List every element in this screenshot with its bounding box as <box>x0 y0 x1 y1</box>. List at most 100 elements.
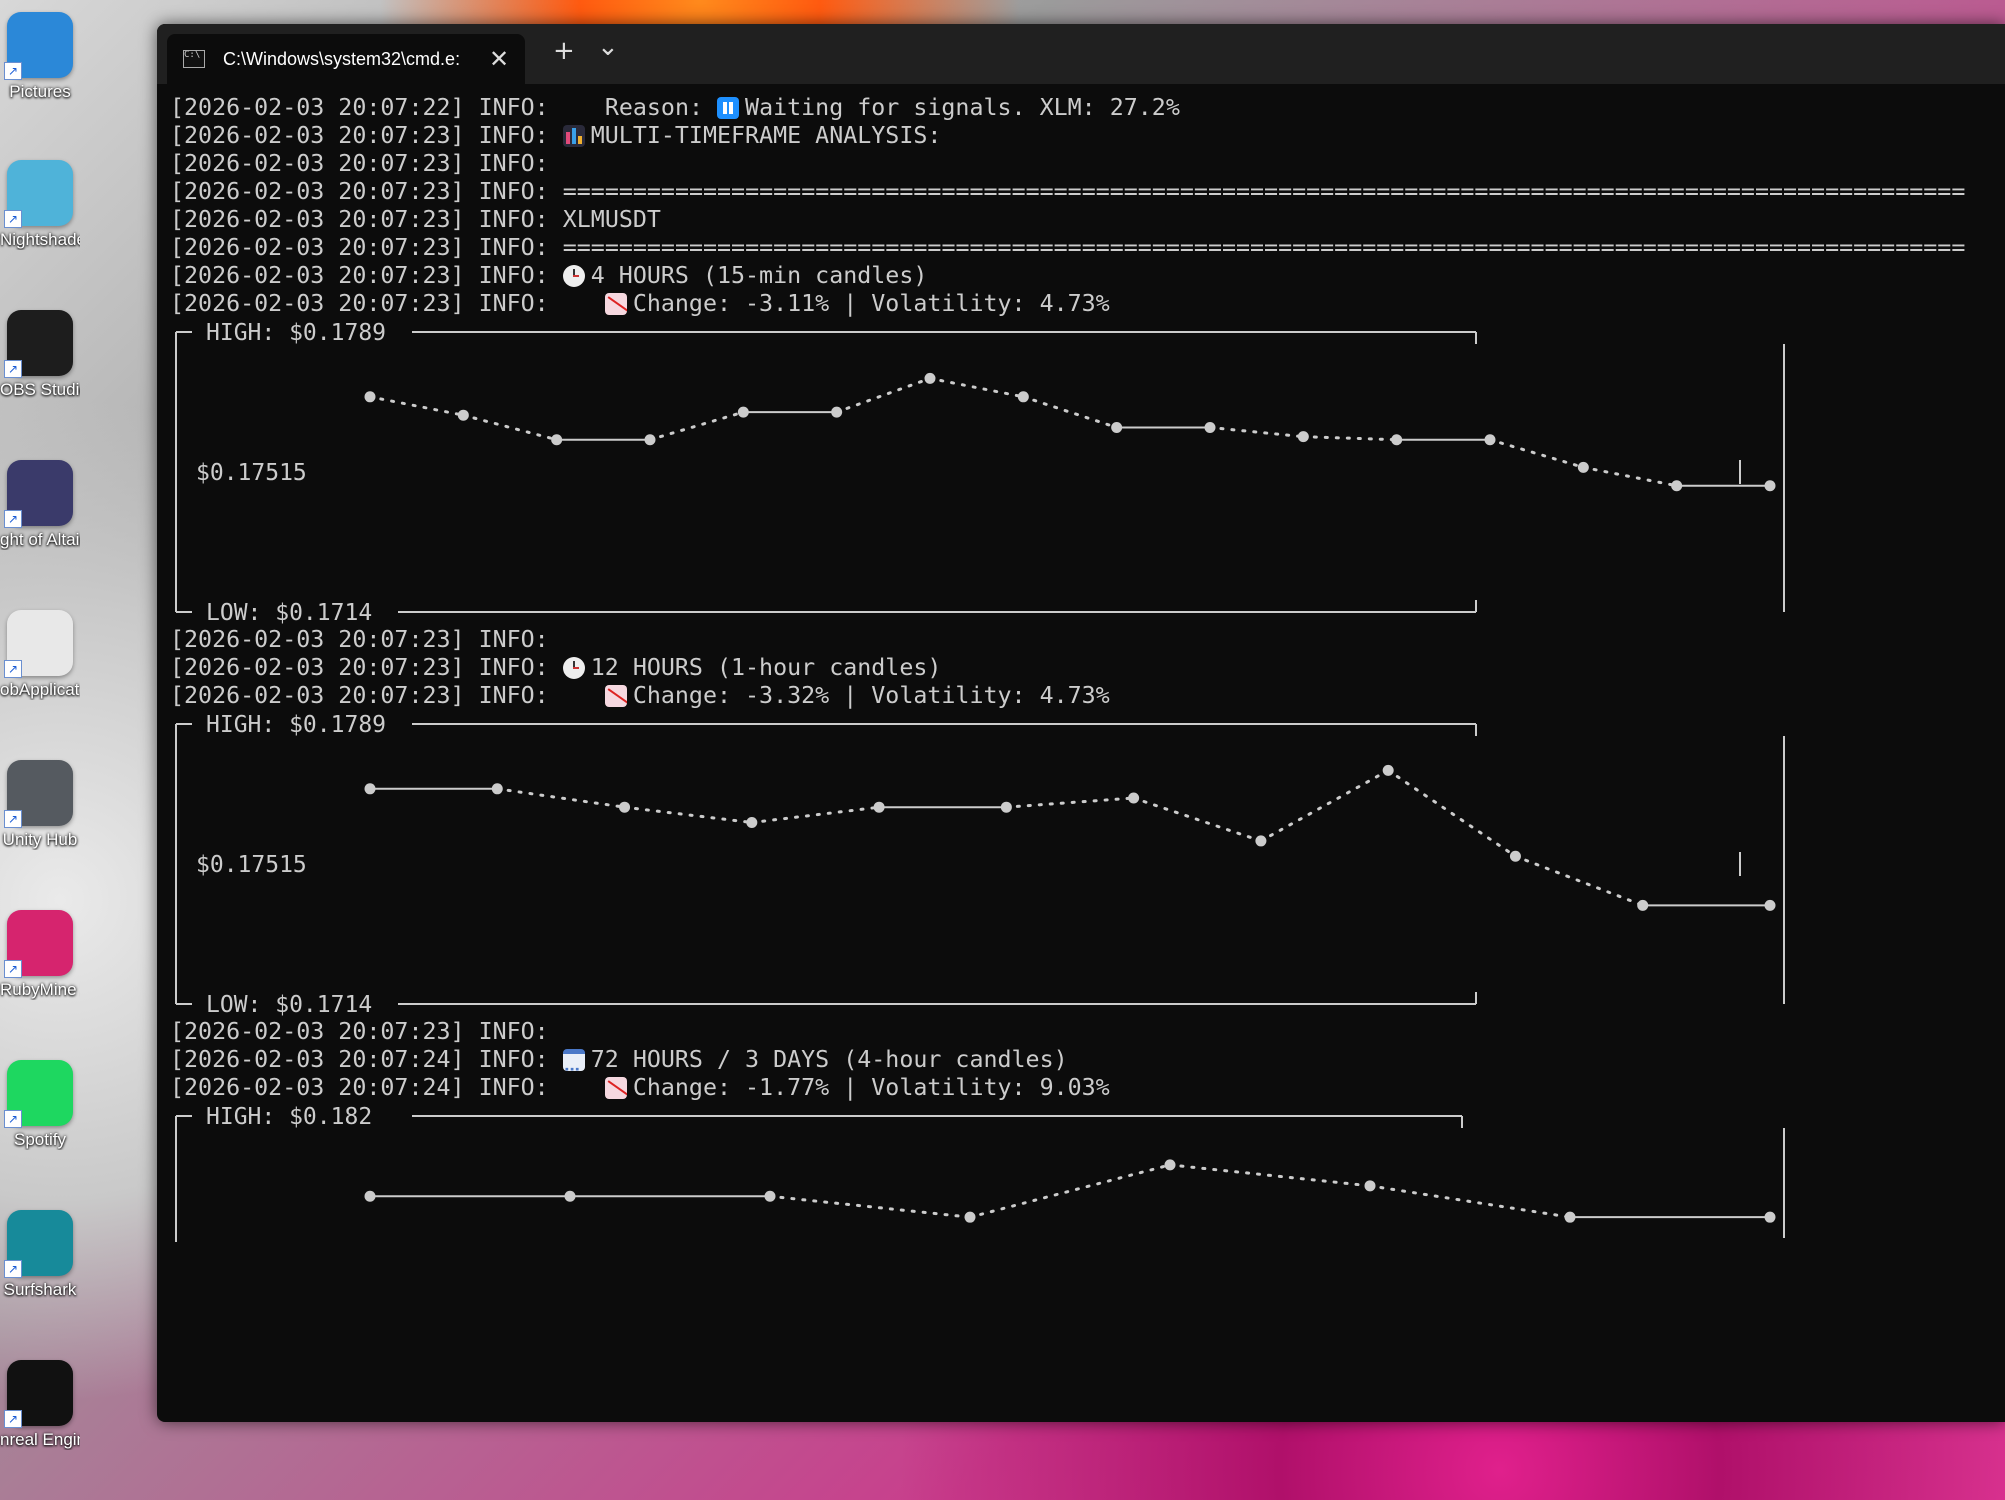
chart-dotted-segment <box>495 787 627 809</box>
log-timestamp: [2026-02-03 20:07:23] <box>170 290 465 317</box>
console-output[interactable]: [2026-02-03 20:07:22] INFO: Reason: Wait… <box>170 94 2005 1422</box>
chart-data-point <box>491 783 503 795</box>
log-indent: Reason: <box>562 94 718 121</box>
chart-canvas: HIGH: $0.1789 $0.17515 LOW: $0.1714 <box>175 712 1785 1018</box>
chart-dotted-segment <box>1488 438 1585 469</box>
desktop-shortcut[interactable]: ↗ Spotify <box>0 1060 80 1150</box>
log-timestamp: [2026-02-03 20:07:23] <box>170 150 465 177</box>
desktop-shortcut-label: obApplicat... <box>0 680 80 699</box>
log-level: INFO: <box>478 262 549 289</box>
chart-data-point <box>1255 835 1267 847</box>
log-timestamp: [2026-02-03 20:07:23] <box>170 206 465 233</box>
chart-data-point <box>1637 899 1649 911</box>
desktop-shortcut[interactable]: ↗ Nightshade <box>0 160 80 250</box>
chart-mid-label: $0.17515 <box>196 852 307 878</box>
chart-data-point <box>1297 431 1309 443</box>
desktop-shortcut-label: Pictures <box>9 82 71 101</box>
log-message: 4 HOURS (15-min candles) <box>590 262 928 289</box>
chart-data-point <box>1484 434 1496 446</box>
chart-data-point <box>737 406 749 418</box>
chart-data-point <box>1564 1211 1576 1223</box>
chart-dotted-segment <box>648 410 745 442</box>
log-level: INFO: <box>478 1046 549 1073</box>
desktop-shortcut[interactable]: ↗ Pictures <box>0 12 80 102</box>
new-tab-button[interactable]: + <box>553 36 575 66</box>
desktop-shortcut[interactable]: ↗ Surfshark <box>0 1210 80 1300</box>
desktop-shortcut-label: nreal Engine <box>0 1430 80 1449</box>
log-level: INFO: <box>478 206 549 233</box>
log-indent <box>563 290 605 317</box>
shortcut-arrow-icon: ↗ <box>4 62 22 80</box>
desktop-shortcut[interactable]: ↗ obApplicat... <box>0 610 80 700</box>
log-timestamp: [2026-02-03 20:07:24] <box>170 1046 465 1073</box>
log-line: [2026-02-03 20:07:22] INFO: Reason: Wait… <box>170 94 2005 122</box>
chart-data-point <box>1764 899 1776 911</box>
chart-data-point <box>1364 1180 1376 1192</box>
tab-dropdown-button[interactable]: ⌄ <box>597 32 619 62</box>
chart-high-label: HIGH: $0.182 <box>206 1104 372 1130</box>
desktop-shortcut[interactable]: ↗ RubyMine 2025.3.2 <box>0 910 80 1000</box>
log-line: [2026-02-03 20:07:23] INFO: ============… <box>170 178 2005 206</box>
chart-data-point <box>1509 850 1521 862</box>
shortcut-arrow-icon: ↗ <box>4 510 22 528</box>
desktop-shortcut-label: RubyMine 2025.3.2 <box>0 980 80 999</box>
desktop-shortcut[interactable]: ↗ Unity Hub <box>0 760 80 850</box>
log-timestamp: [2026-02-03 20:07:23] <box>170 262 465 289</box>
log-timestamp: [2026-02-03 20:07:23] <box>170 1018 465 1045</box>
log-level: INFO: <box>478 122 549 149</box>
chart-dotted-segment <box>1168 1163 1372 1188</box>
chart-dotted-segment <box>461 413 559 442</box>
close-tab-icon[interactable]: ✕ <box>489 45 509 73</box>
log-timestamp: [2026-02-03 20:07:24] <box>170 1074 465 1101</box>
chart-data-point <box>619 801 631 813</box>
chart-data-point <box>364 391 376 403</box>
desktop-shortcut[interactable]: ↗ ght of Altair <box>0 460 80 550</box>
chart-data-point <box>1128 792 1140 804</box>
log-level: INFO: <box>478 94 549 121</box>
bar-chart-icon <box>562 125 585 147</box>
log-line: [2026-02-03 20:07:23] INFO: 12 HOURS (1-… <box>170 654 2005 682</box>
log-line: [2026-02-03 20:07:24] INFO: 72 HOURS / 3… <box>170 1046 2005 1083</box>
shortcut-arrow-icon: ↗ <box>4 810 22 828</box>
log-timestamp: [2026-02-03 20:07:22] <box>170 94 465 121</box>
shortcut-arrow-icon: ↗ <box>4 360 22 378</box>
chart-dotted-segment <box>1581 465 1679 488</box>
chart-data-point <box>1382 764 1394 776</box>
log-line: [2026-02-03 20:07:23] INFO: <box>170 150 2005 178</box>
terminal-titlebar: C:\ C:\Windows\system32\cmd.e: ✕ + ⌄ <box>157 24 2005 84</box>
log-message: 12 HOURS (1-hour candles) <box>590 654 942 681</box>
desktop-shortcut-label: Unity Hub <box>2 830 78 849</box>
log-message: XLMUSDT <box>562 206 661 233</box>
chart-dotted-segment <box>623 805 754 825</box>
chart-dotted-segment <box>768 1194 972 1219</box>
chart-dotted-segment <box>1301 435 1399 442</box>
terminal-tab[interactable]: C:\ C:\Windows\system32\cmd.e: ✕ <box>167 34 525 84</box>
log-timestamp: [2026-02-03 20:07:23] <box>170 178 465 205</box>
log-line: [2026-02-03 20:07:24] INFO: Change: -1.7… <box>170 1074 2005 1102</box>
chart-dotted-segment <box>1386 768 1517 858</box>
chart-data-point <box>924 372 936 384</box>
log-message: Change: -1.77% | Volatility: 9.03% <box>632 1074 1110 1101</box>
chart-dotted-segment <box>835 376 932 414</box>
pause-icon <box>717 97 740 119</box>
chart-dotted-segment <box>368 395 465 417</box>
chart-data-point <box>831 406 843 418</box>
desktop-shortcut[interactable]: ↗ nreal Engine <box>0 1360 80 1450</box>
log-indent <box>563 682 605 709</box>
desktop-shortcut[interactable]: ↗ OBS Studio <box>0 310 80 400</box>
ascii-price-chart: HIGH: $0.1789 $0.17515 LOW: $0.1714 <box>170 710 2005 1018</box>
chart-data-point <box>564 1190 576 1202</box>
chart-data-point <box>873 801 885 813</box>
log-line: [2026-02-03 20:07:23] INFO: Change: -3.1… <box>170 290 2005 318</box>
chart-dotted-segment <box>1208 425 1305 439</box>
chart-data-point <box>644 434 656 446</box>
chart-data-point <box>364 1190 376 1202</box>
chart-data-point <box>1764 1211 1776 1223</box>
chart-data-point <box>746 817 758 829</box>
log-level: INFO: <box>478 234 549 261</box>
log-message: Change: -3.32% | Volatility: 4.73% <box>632 682 1110 709</box>
chart-dotted-segment <box>1513 854 1645 907</box>
chart-data-point <box>1164 1159 1176 1171</box>
log-timestamp: [2026-02-03 20:07:23] <box>170 654 465 681</box>
tab-title: C:\Windows\system32\cmd.e: <box>223 48 461 69</box>
